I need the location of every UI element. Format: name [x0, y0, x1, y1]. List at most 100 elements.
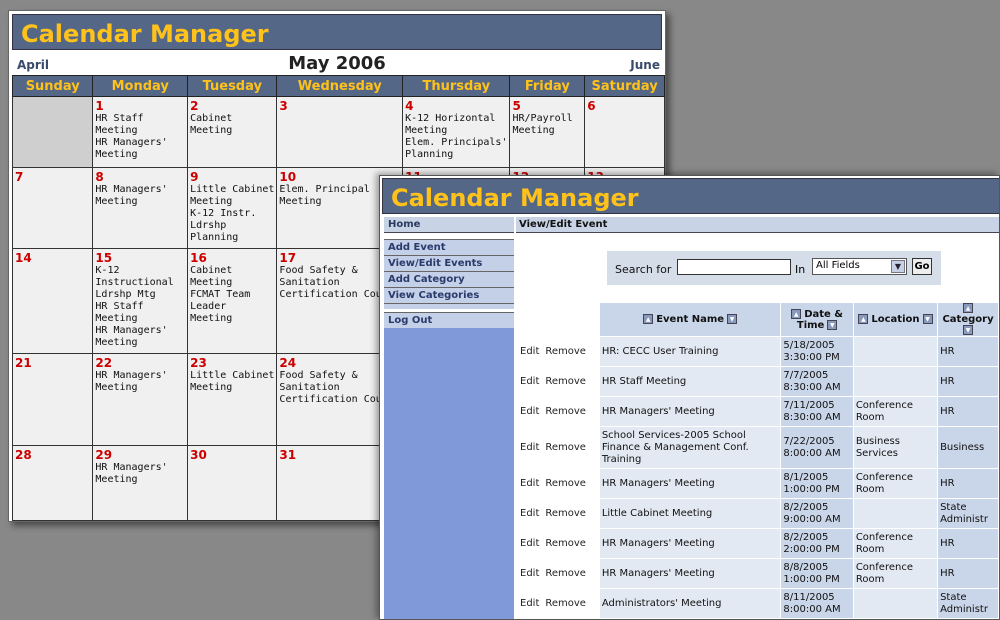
event-line[interactable]: Meeting [95, 474, 185, 486]
chevron-down-icon[interactable]: ▼ [891, 260, 905, 273]
event-line[interactable]: Ldrshp [190, 220, 274, 232]
sort-descending-icon[interactable]: ▼ [727, 314, 738, 324]
event-line[interactable]: Meeting [95, 149, 185, 161]
event-line[interactable]: HR/Payroll [512, 113, 582, 125]
event-line[interactable]: Meeting [190, 382, 274, 394]
sort-ascending-icon[interactable]: ▲ [858, 314, 869, 324]
search-label: Search for [615, 263, 672, 276]
sort-ascending-icon[interactable]: ▲ [643, 314, 654, 324]
event-line[interactable]: Cabinet [190, 113, 274, 125]
event-line[interactable]: Elem. Principals' [405, 137, 507, 149]
day-number[interactable]: 9 [190, 171, 274, 184]
event-line[interactable]: Meeting [405, 125, 507, 137]
event-line[interactable]: Meeting [95, 313, 185, 325]
remove-link[interactable]: Remove [545, 508, 586, 519]
day-number[interactable]: 5 [512, 100, 582, 113]
day-number[interactable]: 22 [95, 357, 185, 370]
sort-descending-icon[interactable]: ▼ [963, 325, 974, 335]
event-line[interactable]: HR Staff [95, 113, 185, 125]
calendar-day-cell: 23 Little Cabinet Meeting [187, 353, 278, 446]
event-line[interactable]: HR Staff [95, 301, 185, 313]
event-line[interactable]: Meeting [190, 277, 274, 289]
day-number[interactable]: 8 [95, 171, 185, 184]
day-number[interactable]: 2 [190, 100, 274, 113]
search-field-select[interactable]: All Fields ▼ [812, 258, 907, 275]
day-number[interactable]: 28 [15, 449, 90, 462]
sidebar-item-add-category[interactable]: Add Category [384, 271, 514, 287]
remove-link[interactable]: Remove [545, 376, 586, 387]
sort-descending-icon[interactable]: ▼ [922, 314, 933, 324]
sidebar-item-view-edit-events[interactable]: View/Edit Events [384, 255, 514, 271]
event-line[interactable]: Meeting [95, 125, 185, 137]
event-line[interactable]: Meeting [512, 125, 582, 137]
event-line[interactable]: Instructional [95, 277, 185, 289]
day-number[interactable]: 4 [405, 100, 507, 113]
event-line[interactable]: Meeting [190, 313, 274, 325]
event-manager-window: Calendar Manager Home View/Edit Event Ad… [379, 175, 1000, 620]
sort-ascending-icon[interactable]: ▲ [963, 303, 974, 313]
event-line[interactable]: K-12 Instr. [190, 208, 274, 220]
event-name-cell: HR Managers' Meeting [599, 469, 781, 498]
event-line[interactable]: HR Managers' [95, 137, 185, 149]
event-line[interactable]: HR Managers' [95, 370, 185, 382]
event-line[interactable]: Little Cabinet [190, 370, 274, 382]
edit-link[interactable]: Edit [520, 508, 539, 519]
sidebar-item-view-categories[interactable]: View Categories [384, 287, 514, 303]
edit-link[interactable]: Edit [520, 442, 539, 453]
event-line[interactable]: Planning [190, 232, 274, 244]
day-number[interactable]: 16 [190, 252, 274, 265]
remove-link[interactable]: Remove [545, 538, 586, 549]
remove-link[interactable]: Remove [545, 568, 586, 579]
event-line[interactable]: FCMAT Team [190, 289, 274, 301]
next-month-link[interactable]: June [630, 58, 660, 72]
edit-link[interactable]: Edit [520, 478, 539, 489]
event-line[interactable]: Meeting [190, 125, 274, 137]
edit-link[interactable]: Edit [520, 346, 539, 357]
edit-link[interactable]: Edit [520, 568, 539, 579]
day-number[interactable]: 6 [587, 100, 662, 113]
row-actions: Edit Remove [519, 337, 599, 366]
remove-link[interactable]: Remove [545, 478, 586, 489]
event-line[interactable]: Meeting [95, 382, 185, 394]
event-line[interactable]: Meeting [190, 196, 274, 208]
event-line[interactable]: Meeting [95, 337, 185, 349]
search-input[interactable] [677, 259, 791, 275]
event-line[interactable]: HR Managers' [95, 325, 185, 337]
sidebar-item-log-out[interactable]: Log Out [384, 312, 514, 328]
home-link[interactable]: Home [384, 217, 514, 233]
sidebar-item-add-event[interactable]: Add Event [384, 239, 514, 255]
event-line[interactable]: Leader [190, 301, 274, 313]
remove-link[interactable]: Remove [545, 598, 586, 609]
day-number[interactable]: 3 [279, 100, 400, 113]
event-line[interactable]: Little Cabinet [190, 184, 274, 196]
remove-link[interactable]: Remove [545, 406, 586, 417]
event-line[interactable]: Ldrshp Mtg [95, 289, 185, 301]
day-number[interactable]: 21 [15, 357, 90, 370]
day-number[interactable]: 30 [190, 449, 274, 462]
sort-descending-icon[interactable]: ▼ [827, 319, 838, 330]
edit-link[interactable]: Edit [520, 538, 539, 549]
day-number[interactable]: 23 [190, 357, 274, 370]
day-number[interactable]: 29 [95, 449, 185, 462]
go-button[interactable]: Go [912, 258, 932, 275]
remove-link[interactable]: Remove [545, 346, 586, 357]
event-line[interactable]: HR Managers' [95, 462, 185, 474]
table-row: Edit Remove HR Managers' Meeting 8/8/2005 1:… [519, 559, 998, 588]
event-line[interactable]: Cabinet [190, 265, 274, 277]
day-number[interactable]: 7 [15, 171, 90, 184]
edit-link[interactable]: Edit [520, 598, 539, 609]
remove-link[interactable]: Remove [545, 442, 586, 453]
event-line[interactable]: Planning [405, 149, 507, 161]
calendar-day-cell: 2 Cabinet Meeting [187, 96, 278, 168]
event-line[interactable]: Meeting [95, 196, 185, 208]
event-line[interactable]: HR Managers' [95, 184, 185, 196]
edit-link[interactable]: Edit [520, 406, 539, 417]
edit-link[interactable]: Edit [520, 376, 539, 387]
event-line[interactable]: K-12 [95, 265, 185, 277]
day-number[interactable]: 1 [95, 100, 185, 113]
event-line[interactable]: K-12 Horizontal [405, 113, 507, 125]
location-cell: Conference Room [853, 529, 938, 558]
sort-ascending-icon[interactable]: ▲ [791, 308, 802, 319]
day-number[interactable]: 14 [15, 252, 90, 265]
day-number[interactable]: 15 [95, 252, 185, 265]
